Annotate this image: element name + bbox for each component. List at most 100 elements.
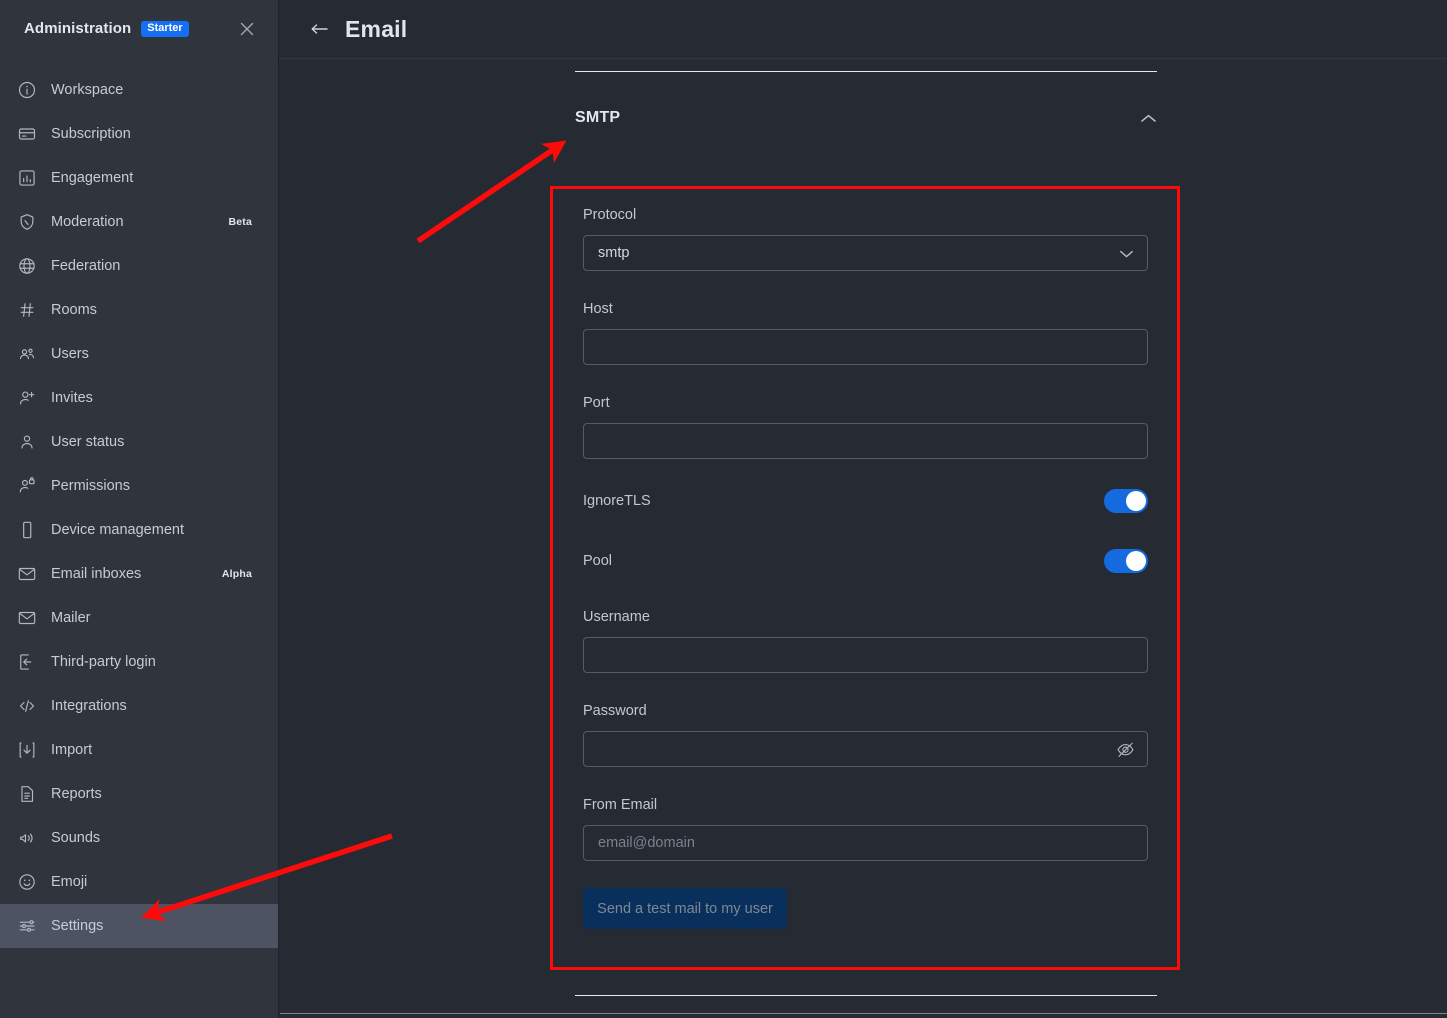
shield-icon [16,211,38,233]
user-plus-icon [16,387,38,409]
from-email-label: From Email [583,797,658,813]
sidebar-item-label: Emoji [51,874,88,890]
username-input[interactable] [583,637,1148,673]
sidebar-item-rooms[interactable]: Rooms [0,288,278,332]
sidebar-item-users[interactable]: Users [0,332,278,376]
import-icon [16,739,38,761]
sidebar-item-sounds[interactable]: Sounds [0,816,278,860]
sidebar-item-reports[interactable]: Reports [0,772,278,816]
sidebar-item-subscription[interactable]: Subscription [0,112,278,156]
code-icon [16,695,38,717]
sidebar-item-label: Email inboxes [51,566,142,582]
chevron-up-icon[interactable] [1140,113,1157,124]
username-label: Username [583,609,650,625]
smiley-icon [16,871,38,893]
sidebar-item-settings[interactable]: Settings [0,904,278,948]
field-username: Username [583,609,1148,673]
sidebar-item-label: Engagement [51,170,134,186]
toggle-knob [1126,551,1146,571]
pool-toggle[interactable] [1104,549,1148,573]
back-arrow-icon[interactable] [309,21,329,37]
sidebar-item-tag: Alpha [221,568,252,580]
hash-icon [16,299,38,321]
user-lock-icon [16,475,38,497]
device-icon [16,519,38,541]
sidebar-item-label: Users [51,346,89,362]
page-title: Administration [24,20,132,37]
protocol-label: Protocol [583,207,637,223]
mail-icon [16,607,38,629]
send-test-mail-button[interactable]: Send a test mail to my user [583,888,787,929]
sidebar-item-label: Third-party login [51,654,156,670]
sidebar-item-third-party-login[interactable]: Third-party login [0,640,278,684]
password-wrap [583,731,1148,767]
row-pool: Pool [583,549,1148,573]
sidebar-item-label: Moderation [51,214,124,230]
sidebar-item-email-inboxes[interactable]: Email inboxes Alpha [0,552,278,596]
sidebar-item-label: Subscription [51,126,131,142]
divider-top [575,71,1157,72]
sidebar-header: Administration Starter [0,0,278,57]
sidebar-item-label: Rooms [51,302,97,318]
sidebar-item-label: Device management [51,522,184,538]
sidebar-item-label: Reports [51,786,102,802]
bottom-hairline [280,1013,1447,1014]
sidebar-item-permissions[interactable]: Permissions [0,464,278,508]
sidebar-item-label: Federation [51,258,121,274]
field-port: Port [583,395,1148,459]
sidebar-nav: Workspace Subscription Engagement Moderatio… [0,68,278,948]
row-ignoretls: IgnoreTLS [583,489,1148,513]
sidebar-item-engagement[interactable]: Engagement [0,156,278,200]
sidebar-item-tag: Beta [228,216,252,228]
from-email-input[interactable] [583,825,1148,861]
sidebar-item-label: Integrations [51,698,127,714]
mail-icon [16,563,38,585]
sidebar-item-workspace[interactable]: Workspace [0,68,278,112]
info-circle-icon [16,79,38,101]
field-from-email: From Email [583,797,1148,861]
globe-icon [16,255,38,277]
sidebar-item-label: Settings [51,918,104,934]
sidebar-item-integrations[interactable]: Integrations [0,684,278,728]
pool-label: Pool [583,553,613,569]
user-icon [16,431,38,453]
admin-sidebar: Administration Starter Workspace Subscrip… [0,0,279,1018]
sliders-icon [16,915,38,937]
ignoretls-toggle[interactable] [1104,489,1148,513]
eye-off-icon[interactable] [1116,740,1135,764]
document-icon [16,783,38,805]
password-input[interactable] [583,731,1148,767]
speaker-icon [16,827,38,849]
sidebar-item-emoji[interactable]: Emoji [0,860,278,904]
sidebar-item-mailer[interactable]: Mailer [0,596,278,640]
sidebar-item-label: Invites [51,390,93,406]
toggle-knob [1126,491,1146,511]
main-panel: Email SMTP Protocol smtp Host Port Ignor… [279,0,1447,1018]
protocol-select[interactable]: smtp [583,235,1148,271]
close-icon[interactable] [234,16,260,42]
password-label: Password [583,703,647,719]
email-page-title: Email [345,15,408,42]
ignoretls-label: IgnoreTLS [583,493,651,509]
sidebar-item-import[interactable]: Import [0,728,278,772]
smtp-section-title: SMTP [575,109,621,126]
bar-chart-icon [16,167,38,189]
host-input[interactable] [583,329,1148,365]
smtp-section-header[interactable]: SMTP [575,109,1157,127]
login-icon [16,651,38,673]
sidebar-item-device-management[interactable]: Device management [0,508,278,552]
field-password: Password [583,703,1148,767]
sidebar-item-federation[interactable]: Federation [0,244,278,288]
sidebar-item-invites[interactable]: Invites [0,376,278,420]
admin-window: Administration Starter Workspace Subscrip… [0,0,1447,1018]
host-label: Host [583,301,613,317]
port-input[interactable] [583,423,1148,459]
sidebar-item-moderation[interactable]: Moderation Beta [0,200,278,244]
sidebar-item-label: Import [51,742,93,758]
sidebar-item-label: User status [51,434,125,450]
divider-bottom [575,995,1157,996]
main-header: Email [279,0,1447,59]
card-icon [16,123,38,145]
smtp-form: Protocol smtp Host Port IgnoreTLS Pool U… [583,207,1148,929]
sidebar-item-user-status[interactable]: User status [0,420,278,464]
